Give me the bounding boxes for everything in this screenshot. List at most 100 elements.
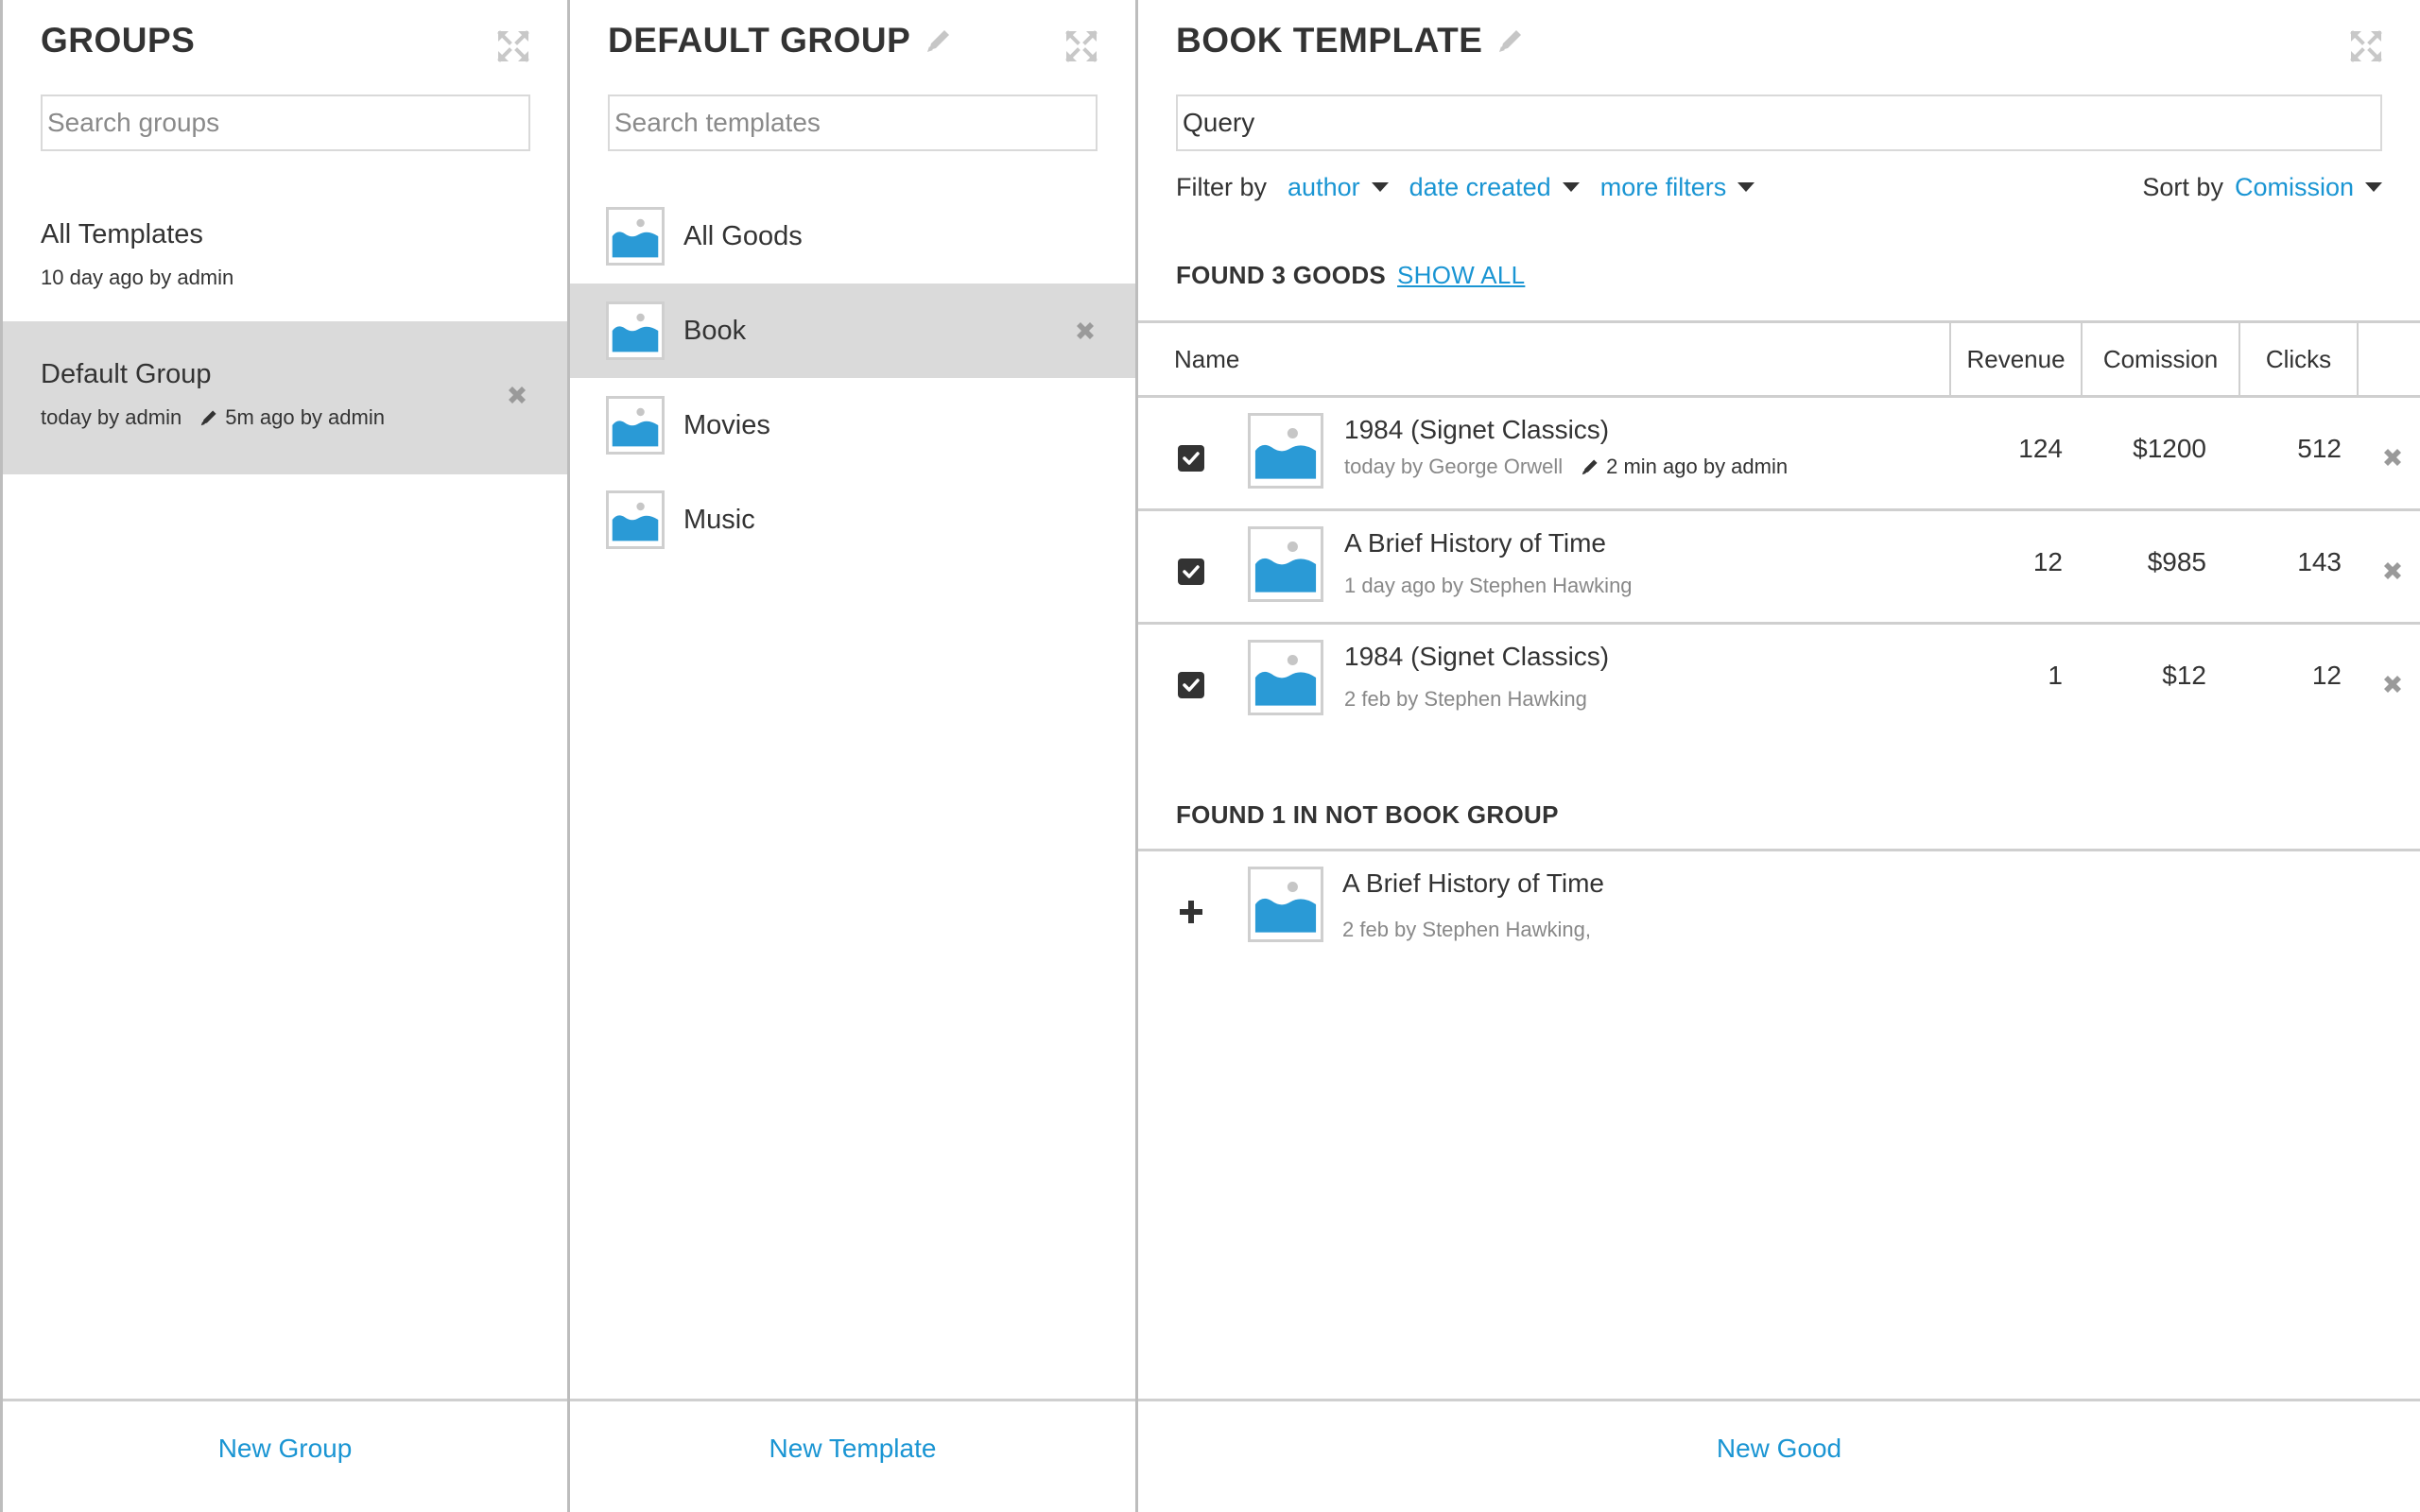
pencil-icon[interactable] <box>1495 26 1526 56</box>
filter-bar: Filter by author date created more filte… <box>1176 168 2382 206</box>
other-group-heading: FOUND 1 IN NOT BOOK GROUP <box>1176 800 1559 829</box>
close-icon[interactable] <box>2380 445 2405 470</box>
good-meta: 2 feb by Stephen Hawking <box>1344 687 1587 712</box>
group-name: Default Group <box>41 359 212 389</box>
close-icon[interactable] <box>2380 672 2405 696</box>
good-title[interactable]: A Brief History of Time <box>1344 528 1606 558</box>
good-created: 1 day ago by Stephen Hawking <box>1344 574 1633 597</box>
table-row[interactable]: 1984 (Signet Classics) today by George O… <box>1138 398 2420 511</box>
goods-table-header: Name Revenue Comission Clicks <box>1138 320 2420 398</box>
row-checkbox[interactable] <box>1178 558 1204 585</box>
goods-panel-title: BOOK TEMPLATE <box>1176 21 1526 60</box>
groups-panel: GROUPS All Templates 10 day ago by admin… <box>0 0 570 1512</box>
goods-footer: New Good <box>1138 1399 2420 1495</box>
check-icon <box>1178 672 1204 698</box>
show-all-link[interactable]: SHOW ALL <box>1397 261 1525 289</box>
good-title[interactable]: 1984 (Signet Classics) <box>1344 642 1609 672</box>
template-item-movies[interactable]: Movies <box>570 378 1135 472</box>
new-group-button[interactable]: New Group <box>218 1434 353 1464</box>
column-header-actions <box>2357 323 2420 395</box>
sort-label: Sort by <box>2142 172 2223 201</box>
good-title[interactable]: 1984 (Signet Classics) <box>1344 415 1609 445</box>
goods-panel-title-text: BOOK TEMPLATE <box>1176 21 1483 60</box>
new-template-button[interactable]: New Template <box>769 1434 937 1464</box>
search-groups-input[interactable] <box>41 94 530 151</box>
good-created: 2 feb by Stephen Hawking <box>1344 687 1587 711</box>
good-created: 2 feb by Stephen Hawking, <box>1342 918 1591 941</box>
image-icon <box>606 301 665 360</box>
good-meta: 1 day ago by Stephen Hawking <box>1344 574 1633 598</box>
template-name: Movies <box>683 409 770 440</box>
search-templates-input[interactable] <box>608 94 1098 151</box>
templates-panel-title-text: DEFAULT GROUP <box>608 21 911 60</box>
new-good-button[interactable]: New Good <box>1717 1434 1841 1464</box>
groups-panel-title: GROUPS <box>41 21 196 60</box>
image-icon <box>1248 526 1323 602</box>
app: GROUPS All Templates 10 day ago by admin… <box>0 0 2420 1512</box>
sort-dropdown[interactable]: Comission <box>2235 173 2382 202</box>
close-icon[interactable] <box>2380 558 2405 583</box>
image-icon <box>1248 413 1323 489</box>
row-checkbox[interactable] <box>1178 445 1204 472</box>
good-created: today by George Orwell <box>1344 455 1564 478</box>
caret-down-icon <box>1562 182 1580 192</box>
filter-label: Filter by <box>1176 172 1268 201</box>
group-item-default-group[interactable]: Default Group today by admin 5m ago by a… <box>3 321 567 474</box>
templates-panel-title: DEFAULT GROUP <box>608 21 954 60</box>
column-header-clicks[interactable]: Clicks <box>2238 323 2357 395</box>
group-edited: 5m ago by admin <box>225 405 385 429</box>
filter-author-label: author <box>1288 172 1360 201</box>
list-item[interactable]: A Brief History of Time 2 feb by Stephen… <box>1138 849 2420 962</box>
group-item-all-templates[interactable]: All Templates 10 day ago by admin <box>3 219 567 314</box>
column-header-commission[interactable]: Comission <box>2081 323 2238 395</box>
image-icon <box>1248 640 1323 715</box>
cell-commission: $1200 <box>2133 434 2206 463</box>
query-input[interactable] <box>1176 94 2382 151</box>
close-icon[interactable] <box>505 383 529 407</box>
cell-commission: $985 <box>2147 547 2206 576</box>
found-goods-text: FOUND 3 GOODS <box>1176 261 1387 289</box>
good-title[interactable]: A Brief History of Time <box>1342 868 1604 899</box>
templates-panel: DEFAULT GROUP All Goods Book Movies Musi… <box>570 0 1138 1512</box>
template-item-all-goods[interactable]: All Goods <box>570 189 1135 284</box>
column-header-revenue[interactable]: Revenue <box>1949 323 2081 395</box>
pencil-icon[interactable] <box>924 26 954 56</box>
image-icon <box>606 396 665 455</box>
cell-revenue: 1 <box>2048 661 2063 690</box>
pencil-icon <box>199 407 219 428</box>
template-name: Music <box>683 504 755 535</box>
column-header-name[interactable]: Name <box>1138 323 1949 395</box>
row-checkbox[interactable] <box>1178 672 1204 698</box>
plus-icon[interactable] <box>1178 899 1204 925</box>
cell-commission: $12 <box>2162 661 2206 690</box>
group-created: 10 day ago by admin <box>41 266 234 289</box>
filter-date-created-dropdown[interactable]: date created <box>1409 173 1580 202</box>
table-row[interactable]: 1984 (Signet Classics) 2 feb by Stephen … <box>1138 625 2420 738</box>
group-created: today by admin <box>41 405 182 429</box>
template-item-music[interactable]: Music <box>570 472 1135 567</box>
image-icon <box>606 207 665 266</box>
more-filters-dropdown[interactable]: more filters <box>1600 173 1755 202</box>
cell-clicks: 143 <box>2297 547 2342 576</box>
groups-footer: New Group <box>3 1399 567 1495</box>
more-filters-label: more filters <box>1599 172 1727 201</box>
close-icon[interactable] <box>1073 318 1098 343</box>
good-edited: 2 min ago by admin <box>1606 455 1789 478</box>
expand-icon[interactable] <box>2350 30 2382 62</box>
cell-revenue: 12 <box>2032 547 2063 576</box>
group-name: All Templates <box>41 219 203 249</box>
expand-icon[interactable] <box>1065 30 1098 62</box>
pencil-icon <box>1580 456 1600 477</box>
filter-author-dropdown[interactable]: author <box>1288 173 1389 202</box>
table-row[interactable]: A Brief History of Time 1 day ago by Ste… <box>1138 511 2420 625</box>
check-icon <box>1178 558 1204 585</box>
caret-down-icon <box>1737 182 1755 192</box>
good-meta: 2 feb by Stephen Hawking, <box>1342 918 1591 942</box>
template-item-book[interactable]: Book <box>570 284 1135 378</box>
cell-clicks: 12 <box>2311 661 2342 690</box>
found-goods-heading: FOUND 3 GOODS SHOW ALL <box>1176 261 1525 290</box>
template-name: Book <box>683 315 747 346</box>
group-meta: 10 day ago by admin <box>41 266 567 290</box>
expand-icon[interactable] <box>497 30 529 62</box>
check-icon <box>1178 445 1204 472</box>
